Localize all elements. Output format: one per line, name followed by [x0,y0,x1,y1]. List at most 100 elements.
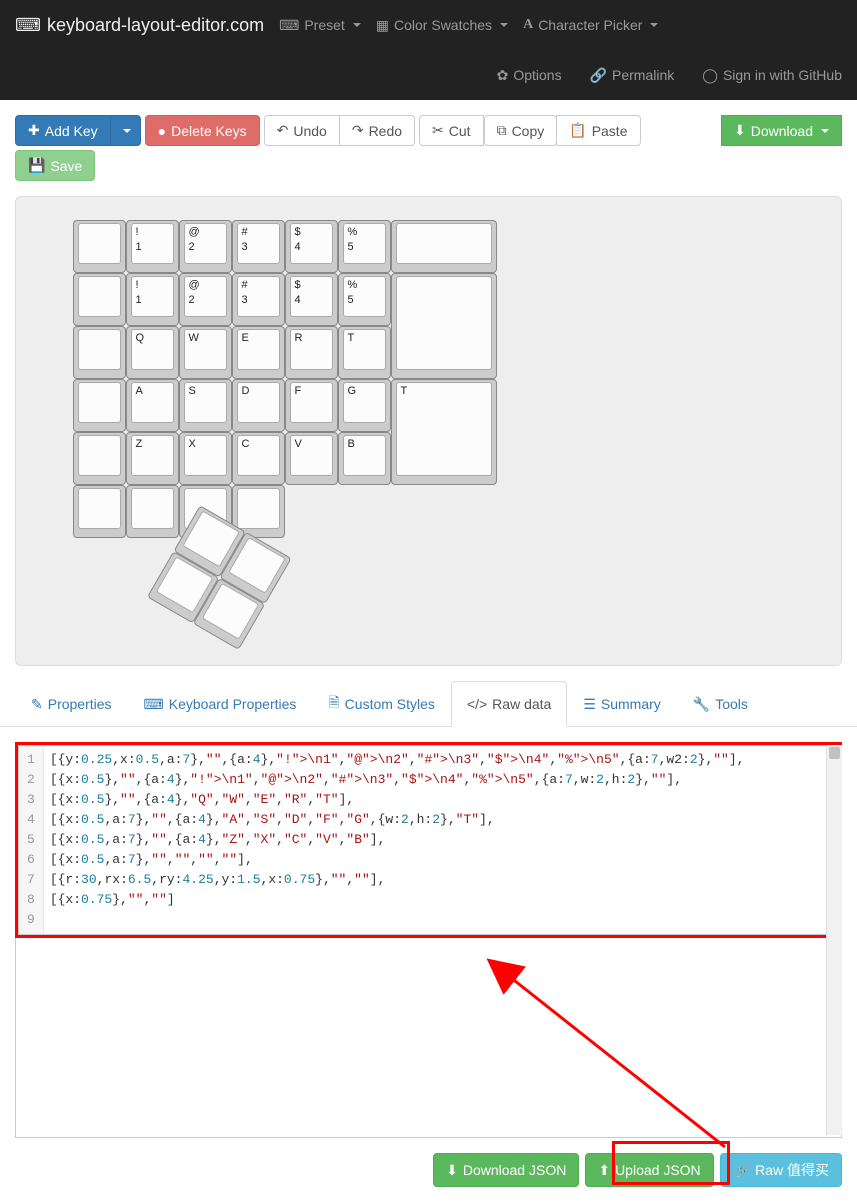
preset-icon: ⌨ [279,17,299,34]
tab-label: Summary [601,696,661,712]
key[interactable]: %5 [338,273,391,326]
tab-properties[interactable]: ✎Properties [15,681,128,727]
delete-label: Delete Keys [171,123,246,139]
brand[interactable]: ⌨ keyboard-layout-editor.com [15,15,264,36]
brand-text: keyboard-layout-editor.com [47,15,264,36]
signin-label: Sign in with GitHub [723,67,842,83]
preset-menu[interactable]: ⌨ Preset [279,17,361,34]
link-icon: 🔗 [733,1162,750,1179]
keyboard-icon: ⌨ [15,15,41,36]
key[interactable]: $4 [285,220,338,273]
download-json-button[interactable]: ⬇ Download JSON [433,1153,579,1187]
tab-keyboard-properties[interactable]: ⌨ Keyboard Properties [128,681,313,727]
tab-tools[interactable]: 🔧 Tools [677,681,764,727]
undo-button[interactable]: ↶Undo [264,115,340,146]
tab-label: Tools [715,696,748,712]
preset-label: Preset [304,17,344,33]
key[interactable] [73,220,126,273]
font-icon: A [523,17,533,33]
key[interactable]: G [338,379,391,432]
line-gutter: 123456789 [19,746,44,934]
picker-label: Character Picker [538,17,642,33]
key[interactable] [73,432,126,485]
key[interactable]: F [285,379,338,432]
key[interactable] [73,326,126,379]
save-button[interactable]: 💾Save [15,150,95,181]
key[interactable]: !1 [126,220,179,273]
navbar: ⌨ keyboard-layout-editor.com ⌨ Preset ▦ … [0,0,857,100]
delete-keys-button[interactable]: ●Delete Keys [145,115,260,146]
key[interactable]: W [179,326,232,379]
tab-label: Keyboard Properties [169,696,297,712]
key[interactable] [73,273,126,326]
redo-label: Redo [369,123,402,139]
add-key-dropdown[interactable] [110,115,141,146]
upload-json-button[interactable]: ⬆Upload JSON [585,1153,713,1187]
download-button[interactable]: ⬇Download [721,115,842,146]
keyboard-icon: ⌨ [144,696,164,713]
redo-button[interactable]: ↷Redo [339,115,415,146]
key[interactable]: %5 [338,220,391,273]
upload-json-label: Upload JSON [615,1162,701,1178]
key[interactable]: T [391,379,497,485]
signin-link[interactable]: ◯ Sign in with GitHub [702,67,842,84]
key[interactable]: #3 [232,220,285,273]
tab-label: Properties [48,696,112,712]
add-key-label: Add Key [45,123,98,139]
wrench-icon: 🔧 [693,696,710,713]
key[interactable]: V [285,432,338,485]
github-icon: ◯ [702,67,718,84]
raw-data-panel: 123456789 [{y:0.25,x:0.5,a:7},"",{a:4},"… [15,742,842,1138]
tab-label: Custom Styles [345,696,435,712]
scrollbar[interactable] [826,745,842,1135]
key[interactable]: X [179,432,232,485]
key[interactable]: B [338,432,391,485]
key[interactable]: @2 [179,220,232,273]
copy-icon: ⧉ [497,122,507,139]
plus-icon: ✚ [28,122,40,139]
download-icon: ⬇ [446,1162,458,1179]
key[interactable]: S [179,379,232,432]
key[interactable]: #3 [232,273,285,326]
keyboard-canvas[interactable]: !1@2#3$4%5 !1@2#3$4%5 QWERT ASDFGT ZXCVB [15,196,842,666]
footer-buttons: ⬇ Download JSON ⬆Upload JSON 🔗Raw 值得买 [0,1153,857,1202]
tabs: ✎Properties ⌨ Keyboard Properties 🗎 Custom… [0,666,857,727]
undo-icon: ↶ [277,122,289,139]
key[interactable]: $4 [285,273,338,326]
key[interactable]: A [126,379,179,432]
download-json-label: Download JSON [463,1162,567,1178]
cut-button[interactable]: ✂Cut [419,115,484,146]
key[interactable] [391,273,497,379]
tab-custom-styles[interactable]: 🗎 Custom Styles [312,681,451,727]
key[interactable]: @2 [179,273,232,326]
tab-raw-data[interactable]: </>Raw data [451,681,567,727]
permalink-link[interactable]: 🔗 Permalink [590,67,675,84]
copy-button[interactable]: ⧉Copy [484,115,558,146]
key[interactable] [391,220,497,273]
paste-icon: 📋 [569,122,586,139]
grid-icon: ▦ [376,17,389,34]
key[interactable]: Q [126,326,179,379]
swatches-menu[interactable]: ▦ Color Swatches [376,17,508,34]
key[interactable]: Z [126,432,179,485]
tab-summary[interactable]: ☰Summary [567,681,676,727]
key[interactable] [126,485,179,538]
key[interactable]: T [338,326,391,379]
picker-menu[interactable]: A Character Picker [523,17,658,33]
paste-button[interactable]: 📋Paste [556,115,640,146]
key[interactable]: E [232,326,285,379]
key[interactable]: C [232,432,285,485]
key[interactable]: !1 [126,273,179,326]
key[interactable] [73,485,126,538]
save-label: Save [50,158,82,174]
code-content[interactable]: [{y:0.25,x:0.5,a:7},"",{a:4},"!">\n1","@… [44,746,838,934]
add-key-button[interactable]: ✚ Add Key [15,115,111,146]
key[interactable] [73,379,126,432]
code-editor[interactable]: 123456789 [{y:0.25,x:0.5,a:7},"",{a:4},"… [18,745,839,935]
raw-permalink-button[interactable]: 🔗Raw 值得买 [720,1153,842,1187]
file-icon: 🗎 [328,692,339,716]
key[interactable]: R [285,326,338,379]
options-link[interactable]: ✿ Options [497,67,562,84]
key[interactable]: D [232,379,285,432]
tab-label: Raw data [492,696,551,712]
